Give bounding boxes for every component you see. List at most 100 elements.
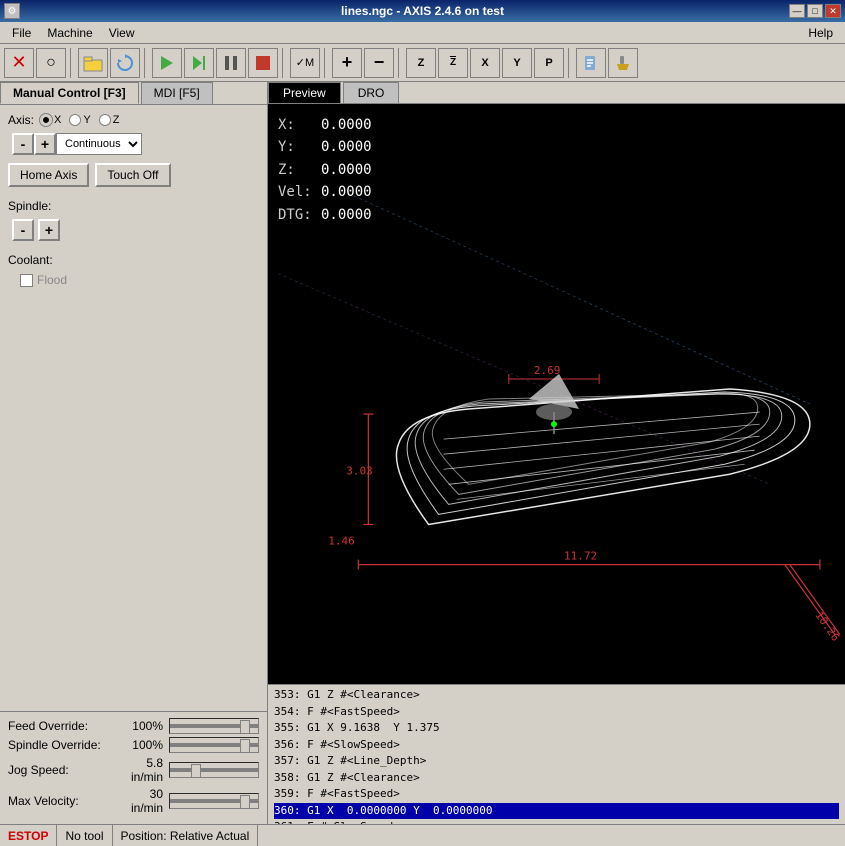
toolbar-separator-4 [324,48,328,78]
feed-override-slider[interactable] [169,718,259,734]
tool-text: No tool [65,829,103,843]
view-p-btn[interactable]: P [534,48,564,78]
preview-tabs: Preview DRO [268,82,845,104]
y-label: Y: [278,136,313,158]
view-y-btn[interactable]: Y [502,48,532,78]
axis-z-radio[interactable] [99,114,111,126]
control-panel: Axis: X Y Z [0,105,267,295]
axis-y-option[interactable]: Y [69,114,90,126]
spindle-override-slider[interactable] [169,737,259,753]
open-btn[interactable] [78,48,108,78]
tab-preview[interactable]: Preview [268,82,341,103]
axis-x-option[interactable]: X [40,114,61,126]
spindle-minus-btn[interactable]: - [12,219,34,241]
tab-mdi[interactable]: MDI [F5] [141,82,213,104]
axis-y-radio[interactable] [69,114,81,126]
feed-override-label: Feed Override: [8,719,118,733]
right-panel: Preview DRO X: 0.0000 Y: 0.0000 Z: 0.000… [268,82,845,824]
axis-y-label: Y [83,114,90,126]
axis-radio-group: X Y Z [40,114,119,126]
spindle-override-value: 100% [118,738,163,752]
run-btn[interactable] [152,48,182,78]
axis-z-label: Z [113,114,120,126]
action-buttons: Home Axis Touch Off [8,163,259,187]
estop-btn[interactable]: ✕ [4,48,34,78]
tab-dro[interactable]: DRO [343,82,400,103]
vel-label: Vel: [278,181,313,203]
toolbar-separator-3 [282,48,286,78]
main-content: Manual Control [F3] MDI [F5] Axis: X Y [0,82,845,824]
z-label: Z: [278,159,313,181]
gcode-line-7: 360: G1 X 0.0000000 Y 0.0000000 [274,803,839,820]
zoom-in-btn[interactable]: + [332,48,362,78]
jog-speed-value: 5.8 in/min [118,756,163,784]
toolbar-separator-2 [144,48,148,78]
position-section: Position: Relative Actual [113,825,259,846]
spindle-buttons: - + [12,219,259,241]
gcode-line-6: 359: F #<FastSpeed> [274,786,839,803]
jog-speed-slider[interactable] [169,762,259,778]
x-value: 0.0000 [321,114,391,136]
vel-value: 0.0000 [321,181,391,203]
left-panel: Manual Control [F3] MDI [F5] Axis: X Y [0,82,268,824]
spindle-label: Spindle: [8,199,51,213]
verify-btn[interactable]: ✓M [290,48,320,78]
axis-row: Axis: X Y Z [8,113,259,127]
preview-area[interactable]: X: 0.0000 Y: 0.0000 Z: 0.0000 Vel: 0.000… [268,104,845,684]
menu-file[interactable]: File [4,24,39,42]
flood-label: Flood [37,273,67,287]
toolbar-separator-1 [70,48,74,78]
dim-label-2: 3.03 [346,464,373,477]
pause-btn[interactable] [216,48,246,78]
zoom-out-btn[interactable]: − [364,48,394,78]
dtg-label: DTG: [278,204,313,226]
home-axis-btn[interactable]: Home Axis [8,163,89,187]
clean-btn[interactable] [608,48,638,78]
reload-btn[interactable] [110,48,140,78]
feed-override-value: 100% [118,719,163,733]
flood-checkbox[interactable] [20,274,33,287]
tab-manual[interactable]: Manual Control [F3] [0,82,139,104]
run-next-btn[interactable] [184,48,214,78]
spindle-override-label: Spindle Override: [8,738,118,752]
window-icon: ⚙ [4,3,20,19]
view-x-btn[interactable]: X [470,48,500,78]
max-velocity-label: Max Velocity: [8,794,118,808]
maximize-button[interactable]: □ [807,4,823,18]
axis-z-option[interactable]: Z [99,114,120,126]
stop-btn[interactable] [248,48,278,78]
close-button[interactable]: ✕ [825,4,841,18]
toolbar-separator-5 [398,48,402,78]
decrement-btn[interactable]: - [12,133,34,155]
gcode-line-5: 358: G1 Z #<Clearance> [274,770,839,787]
coolant-row: Coolant: [8,253,259,267]
menu-help[interactable]: Help [800,24,841,42]
increment-btn[interactable]: + [34,133,56,155]
power-btn[interactable]: ○ [36,48,66,78]
gcode-output[interactable]: 353: G1 Z #<Clearance> 354: F #<FastSpee… [268,684,845,824]
gcode-line-1: 354: F #<FastSpeed> [274,704,839,721]
max-velocity-slider[interactable] [169,793,259,809]
dtg-value: 0.0000 [321,204,391,226]
minimize-button[interactable]: — [789,4,805,18]
status-bar: ESTOP No tool Position: Relative Actual [0,824,845,846]
max-velocity-value: 30 in/min [118,787,163,815]
axis-label: Axis: [8,113,34,127]
touch-off-btn[interactable]: Touch Off [95,163,170,187]
increment-dropdown[interactable]: Continuous 0.0001 0.001 0.01 0.1 1.0 [56,133,142,155]
spindle-plus-btn[interactable]: + [38,219,60,241]
view-z-btn[interactable]: Z [406,48,436,78]
gcode-line-3: 356: F #<SlowSpeed> [274,737,839,754]
axis-x-radio[interactable] [40,114,52,126]
menu-machine[interactable]: Machine [39,24,100,42]
spindle-row: Spindle: [8,199,259,213]
gcode-line-2: 355: G1 X 9.1638 Y 1.375 [274,720,839,737]
toolbar: ✕ ○ ✓M + − Z Z X Y P [0,44,845,82]
overrides-panel: Feed Override: 100% Spindle Override: 10… [0,711,267,824]
menu-view[interactable]: View [101,24,143,42]
control-tabs: Manual Control [F3] MDI [F5] [0,82,267,105]
view-zn-btn[interactable]: Z [438,48,468,78]
spindle-override-row: Spindle Override: 100% [8,737,259,753]
clear-btn[interactable] [576,48,606,78]
max-velocity-row: Max Velocity: 30 in/min [8,787,259,815]
